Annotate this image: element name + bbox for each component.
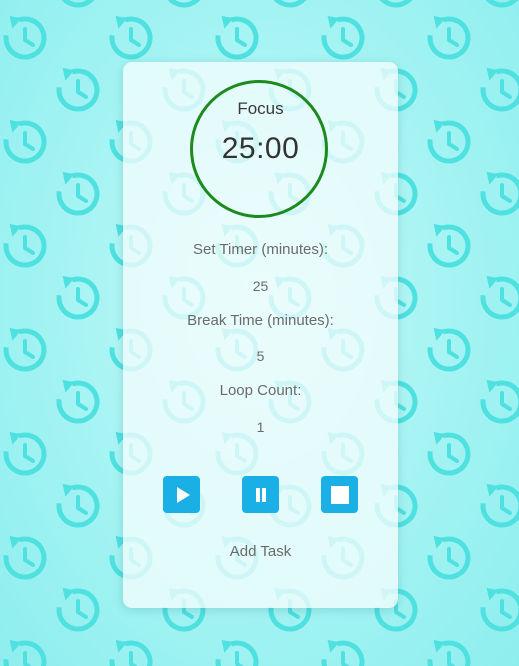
stop-icon bbox=[330, 485, 349, 504]
restart-clock-icon bbox=[52, 64, 104, 116]
restart-clock-icon bbox=[423, 12, 475, 64]
restart-clock-icon bbox=[476, 272, 519, 324]
restart-clock-icon bbox=[52, 168, 104, 220]
restart-clock-icon bbox=[52, 0, 104, 12]
restart-clock-icon bbox=[423, 324, 475, 376]
restart-clock-icon bbox=[317, 12, 369, 64]
play-icon bbox=[176, 486, 190, 503]
add-task-button[interactable]: Add Task bbox=[123, 543, 398, 560]
loop-count-label: Loop Count: bbox=[219, 382, 302, 399]
timer-card: Focus 25:00 Set Timer (minutes): Break T… bbox=[123, 62, 398, 608]
restart-clock-icon bbox=[423, 532, 475, 584]
restart-clock-icon bbox=[476, 168, 519, 220]
set-timer-label: Set Timer (minutes): bbox=[192, 241, 329, 258]
restart-clock-icon bbox=[158, 0, 210, 12]
restart-clock-icon bbox=[105, 12, 157, 64]
restart-clock-icon bbox=[423, 428, 475, 480]
restart-clock-icon bbox=[0, 636, 51, 666]
break-time-label: Break Time (minutes): bbox=[187, 312, 334, 329]
timer-display: 25:00 bbox=[221, 132, 300, 165]
pause-button[interactable] bbox=[242, 476, 279, 513]
restart-clock-icon bbox=[0, 116, 51, 168]
restart-clock-icon bbox=[317, 636, 369, 666]
stop-button[interactable] bbox=[321, 476, 358, 513]
restart-clock-icon bbox=[264, 0, 316, 12]
restart-clock-icon bbox=[0, 428, 51, 480]
restart-clock-icon bbox=[423, 116, 475, 168]
restart-clock-icon bbox=[476, 376, 519, 428]
restart-clock-icon bbox=[211, 636, 263, 666]
restart-clock-icon bbox=[476, 480, 519, 532]
loop-count-input[interactable] bbox=[185, 416, 336, 438]
restart-clock-icon bbox=[52, 584, 104, 636]
restart-clock-icon bbox=[476, 64, 519, 116]
restart-clock-icon bbox=[0, 12, 51, 64]
pause-icon bbox=[255, 487, 266, 502]
set-timer-input[interactable] bbox=[185, 275, 336, 297]
restart-clock-icon bbox=[423, 636, 475, 666]
restart-clock-icon bbox=[0, 532, 51, 584]
restart-clock-icon bbox=[423, 220, 475, 272]
break-time-input[interactable] bbox=[185, 345, 336, 367]
restart-clock-icon bbox=[476, 584, 519, 636]
start-button[interactable] bbox=[163, 476, 200, 513]
restart-clock-icon bbox=[476, 0, 519, 12]
restart-clock-icon bbox=[211, 12, 263, 64]
restart-clock-icon bbox=[52, 480, 104, 532]
restart-clock-icon bbox=[52, 376, 104, 428]
restart-clock-icon bbox=[0, 220, 51, 272]
restart-clock-icon bbox=[370, 0, 422, 12]
restart-clock-icon bbox=[105, 636, 157, 666]
restart-clock-icon bbox=[52, 272, 104, 324]
restart-clock-icon bbox=[0, 324, 51, 376]
timer-mode-label: Focus bbox=[237, 99, 284, 118]
